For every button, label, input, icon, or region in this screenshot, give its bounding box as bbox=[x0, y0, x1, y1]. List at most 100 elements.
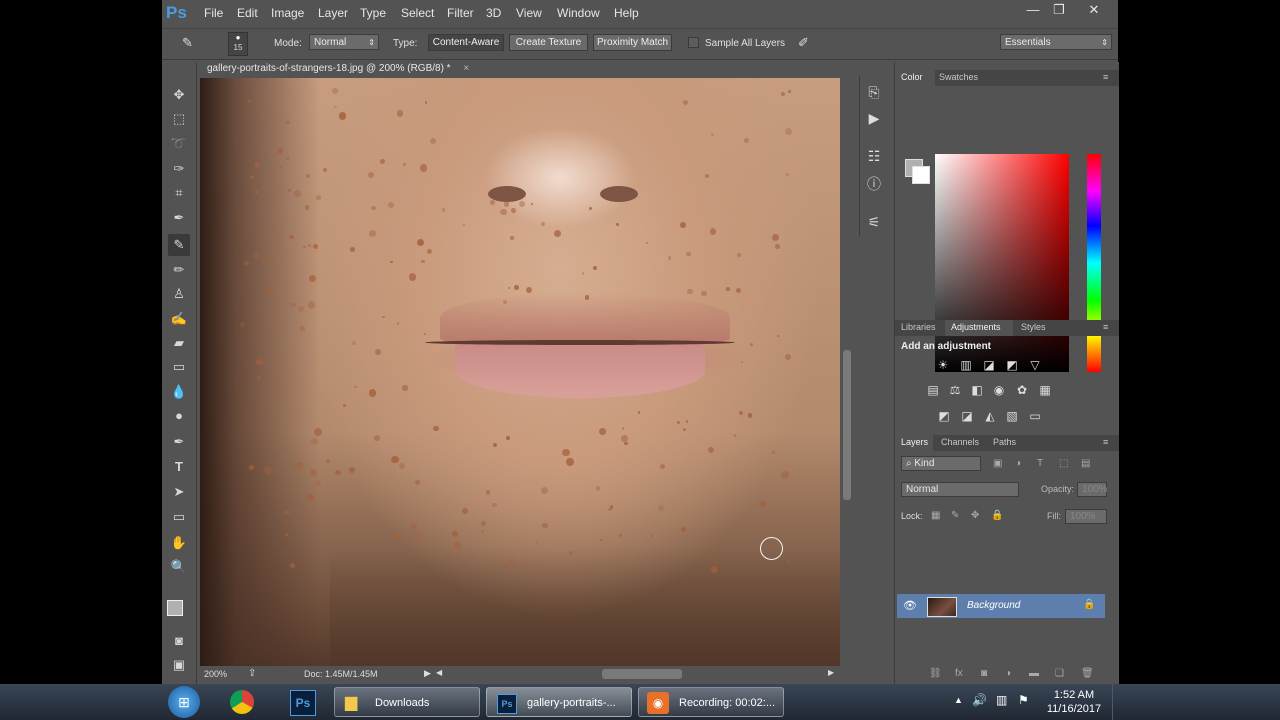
network-icon[interactable]: ▥ bbox=[996, 693, 1007, 707]
black-white-icon[interactable]: ◧ bbox=[969, 383, 985, 397]
tab-styles[interactable]: Styles bbox=[1021, 322, 1046, 332]
pen-tool-icon[interactable]: ✒ bbox=[168, 431, 190, 453]
menu-view[interactable]: View bbox=[516, 6, 542, 20]
filter-type-icon[interactable]: T bbox=[1037, 458, 1043, 469]
share-icon[interactable]: ⇪ bbox=[248, 668, 256, 679]
start-button[interactable]: ⊞ bbox=[168, 686, 200, 718]
color-spectrum-field[interactable] bbox=[935, 154, 1069, 372]
pressure-size-icon[interactable]: ✐ bbox=[798, 35, 809, 51]
layer-mask-icon[interactable]: ◙ bbox=[981, 668, 987, 679]
tab-libraries[interactable]: Libraries bbox=[901, 322, 936, 332]
quick-selection-tool-icon[interactable]: ✑ bbox=[168, 158, 190, 180]
menu-type[interactable]: Type bbox=[360, 6, 386, 20]
vibrance-icon[interactable]: ▽ bbox=[1027, 358, 1043, 372]
spot-healing-brush-tool-icon[interactable]: ✎ bbox=[168, 234, 190, 256]
layer-name[interactable]: Background bbox=[967, 600, 1020, 611]
zoom-level[interactable]: 200% bbox=[204, 669, 227, 679]
menu-window[interactable]: Window bbox=[557, 6, 600, 20]
lasso-tool-icon[interactable]: ➰ bbox=[168, 133, 190, 155]
brush-tool-icon[interactable]: ✏ bbox=[168, 259, 190, 281]
gradient-map-icon[interactable]: ▭ bbox=[1027, 409, 1043, 423]
hue-saturation-icon[interactable]: ▤ bbox=[925, 383, 941, 397]
content-aware-button[interactable]: Content-Aware bbox=[428, 34, 504, 51]
image-canvas[interactable] bbox=[200, 78, 840, 666]
taskbar-downloads[interactable]: ▆ Downloads bbox=[334, 687, 480, 717]
history-icon[interactable]: ⎘ bbox=[864, 82, 884, 102]
tab-color[interactable]: Color bbox=[901, 72, 923, 82]
crop-tool-icon[interactable]: ⌗ bbox=[168, 182, 190, 204]
dodge-tool-icon[interactable]: ● bbox=[168, 405, 190, 427]
layer-filter-dropdown[interactable]: ⌕ Kind bbox=[901, 456, 981, 471]
opacity-field[interactable]: 100% bbox=[1077, 482, 1108, 497]
channel-mixer-icon[interactable]: ✿ bbox=[1014, 383, 1030, 397]
proximity-match-button[interactable]: Proximity Match bbox=[593, 34, 672, 51]
menu-help[interactable]: Help bbox=[614, 6, 639, 20]
maximize-button[interactable]: ❐ bbox=[1048, 2, 1070, 18]
new-group-icon[interactable]: ▬ bbox=[1029, 668, 1039, 679]
screen-mode-icon[interactable]: ▣ bbox=[168, 654, 190, 676]
hand-tool-icon[interactable]: ✋ bbox=[168, 532, 190, 554]
properties-icon[interactable]: ☷ bbox=[864, 146, 884, 166]
new-layer-icon[interactable]: ❏ bbox=[1055, 668, 1064, 679]
filter-pixel-icon[interactable]: ▣ bbox=[993, 458, 1002, 469]
eraser-tool-icon[interactable]: ▰ bbox=[168, 332, 190, 354]
close-tab-icon[interactable]: × bbox=[463, 63, 469, 74]
color-panel-background[interactable] bbox=[912, 166, 930, 184]
mode-dropdown[interactable]: Normal ⇕ bbox=[309, 34, 379, 50]
status-menu-arrow-icon[interactable]: ▶ bbox=[424, 668, 431, 679]
menu-edit[interactable]: Edit bbox=[237, 6, 258, 20]
lock-transparent-icon[interactable]: ▦ bbox=[931, 510, 940, 521]
menu-filter[interactable]: Filter bbox=[447, 6, 474, 20]
menu-select[interactable]: Select bbox=[401, 6, 434, 20]
scroll-left-icon[interactable]: ◀ bbox=[436, 668, 442, 677]
tab-channels[interactable]: Channels bbox=[941, 437, 979, 447]
document-tab[interactable]: gallery-portraits-of-strangers-18.jpg @ … bbox=[200, 60, 497, 78]
history-brush-tool-icon[interactable]: ✍ bbox=[168, 308, 190, 330]
filter-smart-object-icon[interactable]: ▤ bbox=[1081, 458, 1090, 469]
levels-icon[interactable]: ▥ bbox=[958, 358, 974, 372]
eye-icon[interactable]: 👁 bbox=[903, 599, 917, 612]
panel-menu-icon[interactable]: ≡ bbox=[1103, 72, 1108, 82]
menu-3d[interactable]: 3D bbox=[486, 6, 501, 20]
minimize-button[interactable]: — bbox=[1022, 2, 1044, 18]
actions-play-icon[interactable]: ▶ bbox=[864, 108, 884, 128]
blur-tool-icon[interactable]: 💧 bbox=[168, 381, 190, 403]
foreground-color-swatch[interactable] bbox=[167, 600, 183, 616]
quick-mask-icon[interactable]: ◙ bbox=[168, 630, 190, 652]
photoshop-taskbar-icon[interactable]: Ps bbox=[290, 690, 316, 716]
color-balance-icon[interactable]: ⚖ bbox=[947, 383, 963, 397]
filter-shape-icon[interactable]: ⬚ bbox=[1059, 458, 1068, 469]
volume-icon[interactable]: 🔊 bbox=[972, 693, 987, 707]
chrome-icon[interactable] bbox=[230, 690, 254, 714]
tab-layers[interactable]: Layers bbox=[901, 437, 928, 447]
taskbar-recording[interactable]: ◉ Recording: 00:02:... bbox=[638, 687, 784, 717]
menu-file[interactable]: File bbox=[204, 6, 223, 20]
panel-menu-icon[interactable]: ≡ bbox=[1103, 322, 1108, 332]
fill-field[interactable]: 100% bbox=[1065, 509, 1107, 524]
lock-pixels-icon[interactable]: ✎ bbox=[951, 510, 959, 521]
sample-all-layers-checkbox[interactable] bbox=[688, 37, 699, 48]
selective-color-icon[interactable]: ▧ bbox=[1004, 409, 1020, 423]
panel-menu-icon[interactable]: ≡ bbox=[1103, 437, 1108, 447]
posterize-icon[interactable]: ◪ bbox=[959, 409, 975, 423]
link-layers-icon[interactable]: ⛓ bbox=[929, 668, 942, 679]
show-hidden-icons[interactable]: ▲ bbox=[954, 695, 963, 705]
healing-brush-preset-icon[interactable]: ✎ bbox=[182, 35, 200, 51]
trash-icon[interactable]: 🗑 bbox=[1081, 668, 1094, 679]
scroll-right-icon[interactable]: ▶ bbox=[828, 668, 834, 677]
blend-mode-dropdown[interactable]: Normal bbox=[901, 482, 1019, 497]
workspace-dropdown[interactable]: Essentials ⇕ bbox=[1000, 34, 1112, 50]
rectangle-tool-icon[interactable]: ▭ bbox=[168, 506, 190, 528]
action-center-icon[interactable]: ⚑ bbox=[1018, 693, 1029, 707]
layer-style-icon[interactable]: fx bbox=[955, 668, 963, 679]
menu-layer[interactable]: Layer bbox=[318, 6, 348, 20]
color-lookup-icon[interactable]: ▦ bbox=[1037, 383, 1053, 397]
clone-stamp-tool-icon[interactable]: ♙ bbox=[168, 283, 190, 305]
tab-swatches[interactable]: Swatches bbox=[939, 72, 978, 82]
show-desktop-button[interactable] bbox=[1112, 684, 1121, 720]
horizontal-scroll-thumb[interactable] bbox=[602, 669, 682, 679]
gradient-tool-icon[interactable]: ▭ bbox=[168, 356, 190, 378]
photo-filter-icon[interactable]: ◉ bbox=[991, 383, 1007, 397]
type-tool-icon[interactable]: T bbox=[168, 456, 190, 478]
path-selection-tool-icon[interactable]: ➤ bbox=[168, 481, 190, 503]
